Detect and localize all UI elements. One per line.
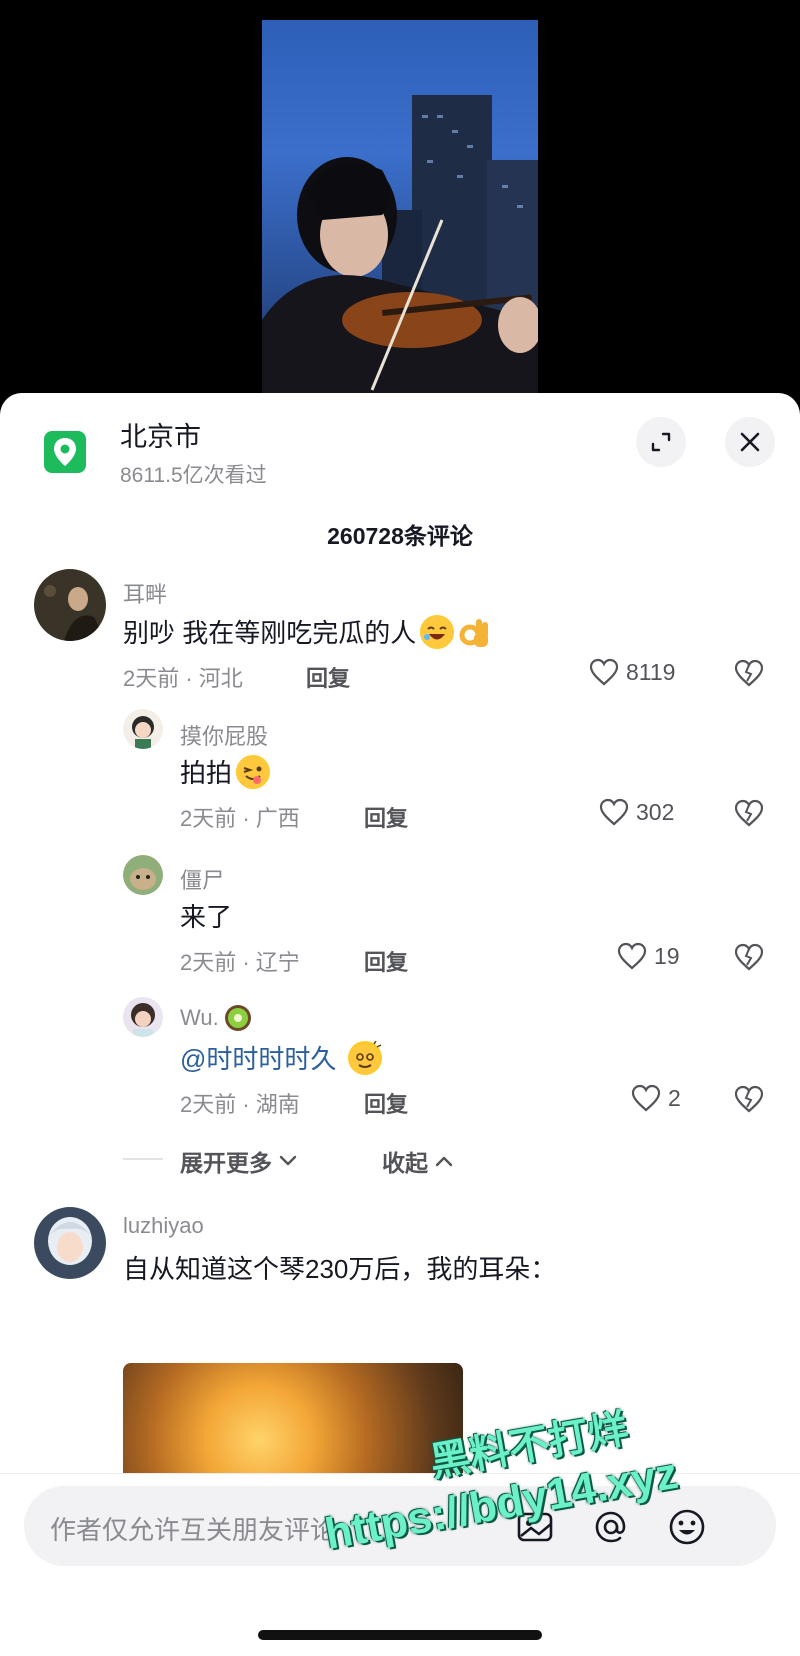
comment-image[interactable] (123, 1363, 463, 1473)
wink-tongue-emoji-icon (236, 754, 271, 789)
expand-more-label: 展开更多 (180, 1150, 272, 1176)
comment-input-placeholder: 作者仅允许互关朋友评论 (50, 1515, 337, 1545)
avatar[interactable] (123, 855, 163, 895)
broken-heart-icon (734, 799, 764, 827)
comment-text-content: 拍拍 (180, 758, 233, 788)
close-button[interactable] (725, 417, 775, 467)
divider (123, 1158, 163, 1160)
avatar[interactable] (34, 569, 106, 641)
video-thumbnail (262, 95, 538, 400)
collapse-button[interactable]: 收起 (382, 1144, 454, 1178)
location-pin-icon[interactable] (44, 431, 86, 473)
heart-icon (599, 798, 629, 826)
expand-button[interactable] (636, 417, 686, 467)
comment-author[interactable]: luzhiyao (123, 1213, 204, 1239)
comment-author[interactable]: 摸你屁股 (180, 719, 268, 751)
like-count: 8119 (626, 658, 676, 685)
comment-author[interactable]: 耳畔 (123, 577, 167, 609)
comment-meta: 2天前 · 湖南 (180, 1092, 300, 1117)
broken-heart-icon (734, 1085, 764, 1113)
comment-sheet: 北京市 8611.5亿次看过 260728条评论 耳畔 别吵 我在等刚吃完瓜的人… (0, 393, 800, 1656)
reply-button[interactable]: 回复 (364, 1087, 408, 1119)
location-views: 8611.5亿次看过 (120, 464, 267, 487)
heart-icon (589, 658, 619, 686)
comment-meta: 2天前 · 河北 (123, 666, 243, 691)
like-button[interactable]: 302 (598, 797, 674, 827)
video-player[interactable] (0, 0, 800, 400)
comment-text: 自从知道这个琴230万后，我的耳朵： (123, 1254, 557, 1284)
chevron-down-icon (279, 1155, 297, 1166)
reply-button[interactable]: 回复 (306, 661, 350, 693)
laughing-emoji-icon (420, 614, 455, 649)
heart-icon (617, 942, 647, 970)
comment-author[interactable]: Wu. (180, 1003, 253, 1033)
replies-toggle-row: 展开更多 收起 (0, 1138, 800, 1178)
reply-button[interactable]: 回复 (364, 801, 408, 833)
comment-text: 别吵 我在等刚吃完瓜的人 (123, 613, 492, 650)
dizzy-emoji-icon (348, 1040, 383, 1075)
mention-link[interactable]: @时时时时久 (180, 1039, 336, 1076)
expand-more-button[interactable]: 展开更多 (180, 1144, 298, 1178)
dislike-button[interactable] (732, 657, 766, 691)
comment-meta: 2天前 · 广西 (180, 806, 300, 831)
expand-icon (651, 432, 671, 452)
close-icon (740, 432, 760, 452)
avatar[interactable] (34, 1207, 106, 1279)
collapse-label: 收起 (382, 1150, 428, 1176)
ok-hand-emoji-icon (458, 615, 492, 649)
comment-text: @时时时时久 (180, 1039, 383, 1076)
avatar[interactable] (123, 709, 163, 749)
dislike-button[interactable] (732, 797, 766, 831)
like-button[interactable]: 2 (630, 1083, 681, 1113)
comment-count: 260728条评论 (327, 523, 473, 549)
home-indicator (258, 1630, 542, 1640)
sheet-header: 北京市 8611.5亿次看过 (0, 393, 800, 503)
like-count: 2 (668, 1084, 681, 1111)
comment-text-content: 别吵 我在等刚吃完瓜的人 (123, 618, 417, 648)
video-frame[interactable] (262, 20, 538, 400)
broken-heart-icon (734, 943, 764, 971)
dislike-button[interactable] (732, 941, 766, 975)
reply-button[interactable]: 回复 (364, 945, 408, 977)
comment-text: 来了 (180, 902, 233, 932)
comment-author[interactable]: 僵尸 (180, 863, 224, 895)
chevron-up-icon (435, 1156, 453, 1167)
avatar[interactable] (123, 997, 163, 1037)
comment-meta: 2天前 · 辽宁 (180, 950, 300, 975)
like-count: 19 (654, 942, 680, 969)
smiley-icon (669, 1509, 705, 1545)
heart-icon (631, 1084, 661, 1112)
location-title[interactable]: 北京市 (120, 415, 201, 454)
emoji-button[interactable] (666, 1506, 708, 1548)
like-button[interactable]: 8119 (588, 657, 675, 687)
broken-heart-icon (734, 659, 764, 687)
comment-text: 拍拍 (180, 753, 271, 790)
comment-author-name: Wu. (180, 1005, 219, 1030)
like-button[interactable]: 19 (616, 941, 680, 971)
dislike-button[interactable] (732, 1083, 766, 1117)
like-count: 302 (636, 798, 675, 825)
kiwi-emoji-icon (224, 1005, 251, 1031)
